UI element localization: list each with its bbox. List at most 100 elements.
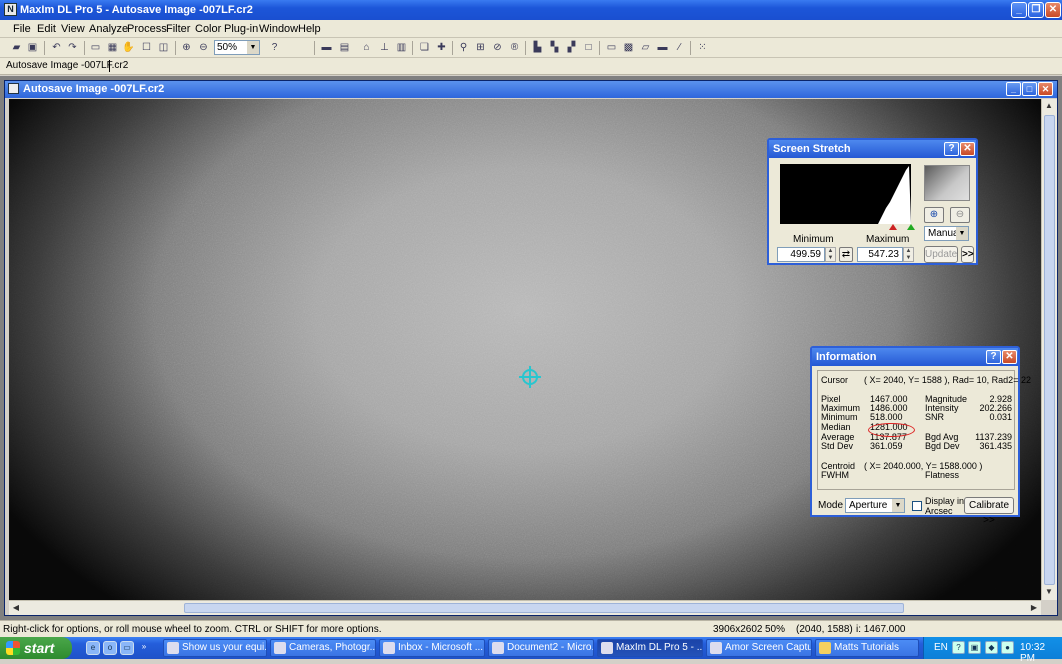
focuser-icon[interactable]: ▥ [395,41,408,54]
scroll-down-arrow-icon[interactable]: ▼ [1042,585,1056,599]
target-icon[interactable]: ⊞ [474,41,487,54]
help-tray-icon[interactable]: ? [952,641,965,654]
align-icon[interactable]: ▚ [548,41,561,54]
information-title-bar[interactable]: Information ? ✕ [812,348,1018,366]
save-icon[interactable]: ▣ [26,41,39,54]
minimum-input[interactable]: 499.59 [777,247,825,262]
scroll-right-arrow-icon[interactable]: ▶ [1027,601,1041,615]
swap-icon[interactable]: ⇄ [839,247,853,262]
rectangle-icon[interactable]: ▭ [605,41,618,54]
menu-view[interactable]: View [61,23,85,35]
close-button[interactable]: ✕ [1045,2,1061,18]
ie-quicklaunch-icon[interactable]: e [86,641,100,655]
shield-tray-icon[interactable]: ◆ [985,641,998,654]
pin-icon[interactable]: ⚲ [457,41,470,54]
app-title-bar[interactable]: N MaxIm DL Pro 5 - Autosave Image -007LF… [0,0,1062,20]
expand-icon[interactable]: ⁙ [696,41,709,54]
scroll-left-arrow-icon[interactable]: ◀ [9,601,23,615]
restore-button[interactable]: ❐ [1028,2,1044,18]
measure-icon[interactable]: ▱ [639,41,652,54]
ruler-icon[interactable]: ▬ [656,41,669,54]
display-icon[interactable]: ◫ [157,41,170,54]
stretch-mode-select[interactable]: Manual ▼ [924,226,969,241]
stop-icon[interactable]: ⊘ [491,41,504,54]
menu-filter[interactable]: Filter [166,23,190,35]
zoom-out-histogram-icon[interactable]: ⊖ [950,207,970,223]
redo-icon[interactable]: ↷ [66,41,79,54]
task-button-7[interactable]: Matts Tutorials [815,639,919,657]
crosshair-icon[interactable]: ✚ [435,41,448,54]
pan-icon[interactable]: ✋ [122,41,135,54]
zoom-in-histogram-icon[interactable]: ⊕ [924,207,944,223]
zoom-select[interactable]: 50% ▼ [214,40,260,55]
display-arcsec-checkbox[interactable] [912,501,922,511]
outlook-quicklaunch-icon[interactable]: o [103,641,117,655]
maximum-spinner[interactable]: ▲ ▼ [903,247,914,262]
maximum-marker-icon[interactable] [907,224,915,230]
cursor-aperture-marker[interactable] [519,366,541,388]
help-pointer-icon[interactable]: ? [268,41,281,54]
maximum-input[interactable]: 547.23 [857,247,903,262]
stack-icon[interactable]: ▞ [565,41,578,54]
image-minimize-button[interactable]: _ [1006,82,1021,96]
calibrate-button[interactable]: Calibrate >> [964,497,1014,526]
menu-color[interactable]: Color [195,23,221,35]
observatory-icon[interactable]: ⌂ [360,41,373,54]
image-close-button[interactable]: ✕ [1038,82,1053,96]
task-button-6[interactable]: Amor Screen Capture [706,639,812,657]
telescope-icon[interactable]: ▤ [338,41,351,54]
task-button-4[interactable]: Document2 - Micro... [488,639,594,657]
info-help-button[interactable]: ? [986,350,1001,364]
minimum-marker-icon[interactable] [889,224,897,230]
task-button-2[interactable]: Cameras, Photogr... [270,639,376,657]
zoom-in-icon[interactable]: ⊕ [180,41,193,54]
update-button[interactable]: Update [924,246,958,263]
minimum-spinner[interactable]: ▲ ▼ [825,247,836,262]
language-indicator[interactable]: EN [934,642,948,653]
menu-file[interactable]: File [13,23,31,35]
more-quicklaunch-icon[interactable]: » [137,641,151,655]
copy-icon[interactable]: ❏ [418,41,431,54]
histogram-icon[interactable]: ▙ [531,41,544,54]
record-icon[interactable]: ® [508,41,521,54]
image-maximize-button[interactable]: □ [1022,82,1037,96]
messenger-tray-icon[interactable]: ● [1001,641,1014,654]
square-icon[interactable]: □ [582,41,595,54]
camera-icon[interactable]: ▬ [320,41,333,54]
scroll-up-arrow-icon[interactable]: ▲ [1042,99,1056,113]
line-profile-icon[interactable]: ∕ [673,41,686,54]
stretch-help-button[interactable]: ? [944,142,959,156]
task-button-3[interactable]: Inbox - Microsoft ... [379,639,485,657]
menu-process[interactable]: Process [127,23,167,35]
aperture-mode-select[interactable]: Aperture ▼ [845,498,905,513]
fit-icon[interactable]: ▦ [106,41,119,54]
start-button[interactable]: start [0,637,72,659]
task-button-5[interactable]: MaxIm DL Pro 5 - ... [597,639,703,657]
image-window-title-bar[interactable]: Autosave Image -007LF.cr2 _ □ ✕ [5,81,1057,98]
autoguide-icon[interactable]: ⊥ [378,41,391,54]
menu-edit[interactable]: Edit [37,23,56,35]
menu-plugin[interactable]: Plug-in [224,23,258,35]
open-icon[interactable]: ▰ [10,41,23,54]
histogram-display[interactable] [780,164,911,224]
picture-icon[interactable]: ▩ [622,41,635,54]
menu-help[interactable]: Help [298,23,321,35]
screen-stretch-title-bar[interactable]: Screen Stretch ? ✕ [769,140,976,158]
expand-stretch-button[interactable]: >> [961,246,974,263]
menu-window[interactable]: Window [259,23,298,35]
stretch-close-button[interactable]: ✕ [960,142,975,156]
minimize-button[interactable]: _ [1011,2,1027,18]
menu-analyze[interactable]: Analyze [89,23,128,35]
desktop-quicklaunch-icon[interactable]: ▭ [120,641,134,655]
task-button-1[interactable]: Show us your equi... [163,639,267,657]
vertical-scrollbar[interactable]: ▲ ▼ [1041,99,1057,600]
image-view-icon[interactable]: ▭ [89,41,102,54]
undo-icon[interactable]: ↶ [50,41,63,54]
horizontal-scrollbar[interactable]: ◀ ▶ [9,600,1041,615]
horizontal-scroll-thumb[interactable] [184,603,904,613]
zoom-out-icon[interactable]: ⊖ [197,41,210,54]
hand-icon[interactable]: ☐ [140,41,153,54]
info-close-button[interactable]: ✕ [1002,350,1017,364]
vertical-scroll-thumb[interactable] [1044,115,1055,585]
network-tray-icon[interactable]: ▣ [968,641,981,654]
